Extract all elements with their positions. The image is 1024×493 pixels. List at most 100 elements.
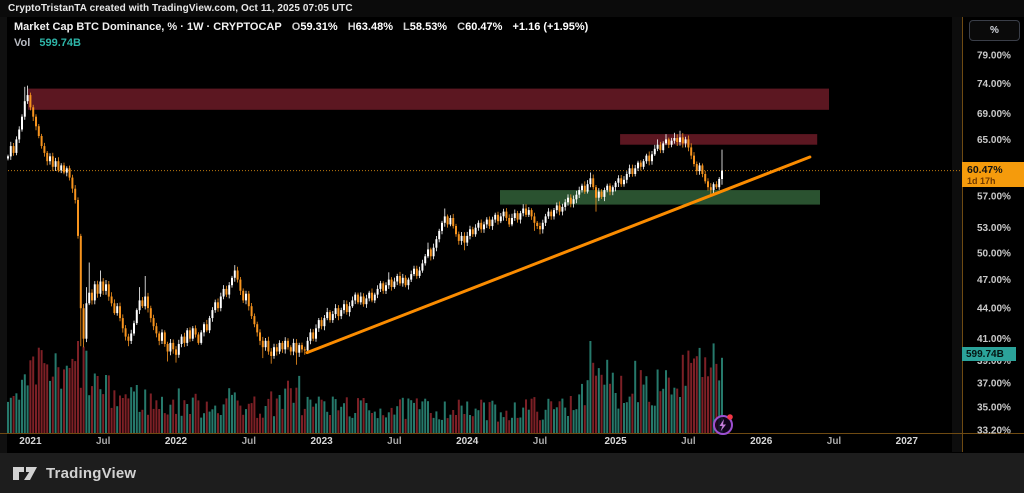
candle-body bbox=[570, 198, 572, 204]
candle-body bbox=[141, 300, 143, 306]
percent-scale-button[interactable]: % bbox=[969, 20, 1020, 41]
volume-bar bbox=[169, 405, 171, 433]
resistance-zone-upper[interactable] bbox=[28, 89, 829, 110]
volume-bar bbox=[673, 388, 675, 433]
price-tick-label: 41.00% bbox=[977, 334, 1011, 345]
volume-bar bbox=[153, 409, 155, 433]
price-axis[interactable]: 79.00%74.00%69.00%65.00%61.00%57.00%53.0… bbox=[977, 51, 1011, 437]
candle-body bbox=[108, 284, 110, 296]
candle-body bbox=[626, 174, 628, 180]
volume-bar bbox=[651, 405, 653, 433]
candle-body bbox=[368, 293, 370, 299]
volume-bar bbox=[690, 363, 692, 433]
change-value: +1.16 (+1.95%) bbox=[512, 21, 588, 33]
legend: Market Cap BTC Dominance, % · 1W · CRYPT… bbox=[14, 21, 588, 50]
alert-lightning-icon[interactable] bbox=[714, 414, 733, 434]
volume-bar bbox=[382, 415, 384, 433]
legend-row-main: Market Cap BTC Dominance, % · 1W · CRYPT… bbox=[14, 21, 588, 34]
volume-bar bbox=[458, 400, 460, 433]
volume-bar bbox=[528, 410, 530, 433]
volume-bar bbox=[589, 341, 591, 433]
volume-bar bbox=[150, 394, 152, 434]
candle-body bbox=[197, 335, 199, 343]
ascending-trendline[interactable] bbox=[307, 157, 810, 353]
candle-body bbox=[7, 156, 9, 158]
volume-bar bbox=[116, 406, 118, 433]
volume-bar bbox=[309, 400, 311, 433]
volume-bar bbox=[262, 418, 264, 433]
candle-body bbox=[74, 189, 76, 200]
candle-body bbox=[469, 229, 471, 236]
candle-body bbox=[281, 343, 283, 349]
candle-body bbox=[385, 285, 387, 291]
candle-body bbox=[483, 224, 485, 229]
candle-body bbox=[388, 280, 390, 286]
volume-bar bbox=[38, 348, 40, 433]
volume-bar bbox=[371, 413, 373, 433]
time-tick-label: 2023 bbox=[310, 436, 333, 447]
candle-body bbox=[237, 271, 239, 280]
time-axis[interactable]: 2021Jul2022Jul2023Jul2024Jul2025Jul2026J… bbox=[19, 436, 918, 447]
candle-body bbox=[217, 302, 219, 308]
time-tick-label: 2027 bbox=[896, 436, 919, 447]
volume-bar bbox=[620, 376, 622, 433]
symbol-title[interactable]: Market Cap BTC Dominance, % · 1W · CRYPT… bbox=[14, 21, 282, 33]
volume-bar bbox=[360, 400, 362, 433]
volume-bar bbox=[592, 363, 594, 433]
price-tick-label: 44.00% bbox=[977, 304, 1011, 315]
tradingview-logo-icon[interactable] bbox=[12, 464, 38, 482]
candle-body bbox=[673, 138, 675, 141]
candle-body bbox=[35, 117, 37, 127]
candle-body bbox=[99, 282, 101, 294]
volume-bar bbox=[197, 400, 199, 433]
candle-body bbox=[267, 341, 269, 352]
candle-body bbox=[472, 229, 474, 234]
candle-body bbox=[603, 190, 605, 197]
candle-body bbox=[500, 216, 502, 221]
volume-bar bbox=[539, 420, 541, 433]
time-tick-label: 2022 bbox=[165, 436, 188, 447]
volume-bar bbox=[687, 351, 689, 433]
candle-body bbox=[85, 303, 87, 338]
low-label: L bbox=[403, 21, 410, 33]
candle-body bbox=[601, 192, 603, 197]
resistance-zone-mid[interactable] bbox=[620, 134, 817, 145]
candle-body bbox=[301, 345, 303, 349]
candle-body bbox=[13, 146, 15, 153]
volume-bar bbox=[391, 408, 393, 433]
volume-bar bbox=[643, 385, 645, 433]
volume-bar bbox=[214, 406, 216, 433]
chart-canvas[interactable]: 79.00%74.00%69.00%65.00%61.00%57.00%53.0… bbox=[0, 0, 1024, 493]
volume-bar bbox=[161, 397, 163, 433]
attribution-bar: CryptoTristanTA created with TradingView… bbox=[0, 0, 1024, 17]
volume-bar bbox=[503, 417, 505, 433]
candle-body bbox=[192, 328, 194, 338]
volume-bar bbox=[368, 410, 370, 433]
volume-bar bbox=[584, 405, 586, 433]
volume-bar bbox=[363, 398, 365, 433]
candle-body bbox=[584, 186, 586, 192]
candle-body bbox=[167, 344, 169, 352]
volume-bar bbox=[349, 416, 351, 433]
volume-indicator-label[interactable]: Vol bbox=[14, 37, 30, 49]
volume-bar bbox=[158, 409, 160, 433]
candle-body bbox=[195, 328, 197, 334]
candle-body bbox=[253, 316, 255, 324]
volume-bar bbox=[298, 376, 300, 433]
candle-body bbox=[405, 278, 407, 285]
volume-bar bbox=[377, 418, 379, 433]
volume-bar bbox=[66, 366, 68, 433]
candle-body bbox=[259, 332, 261, 340]
volume-bar bbox=[259, 414, 261, 433]
candle-body bbox=[679, 137, 681, 142]
price-tick-label: 35.00% bbox=[977, 403, 1011, 414]
candle-body bbox=[707, 181, 709, 187]
volume-bar bbox=[564, 408, 566, 433]
volume-bar bbox=[595, 376, 597, 433]
candle-body bbox=[598, 192, 600, 198]
time-tick-label: Jul bbox=[533, 436, 548, 447]
drawn-zones[interactable] bbox=[28, 89, 829, 205]
tradingview-wordmark[interactable]: TradingView bbox=[46, 465, 136, 482]
volume-bar bbox=[441, 420, 443, 433]
support-zone-green[interactable] bbox=[500, 190, 820, 205]
